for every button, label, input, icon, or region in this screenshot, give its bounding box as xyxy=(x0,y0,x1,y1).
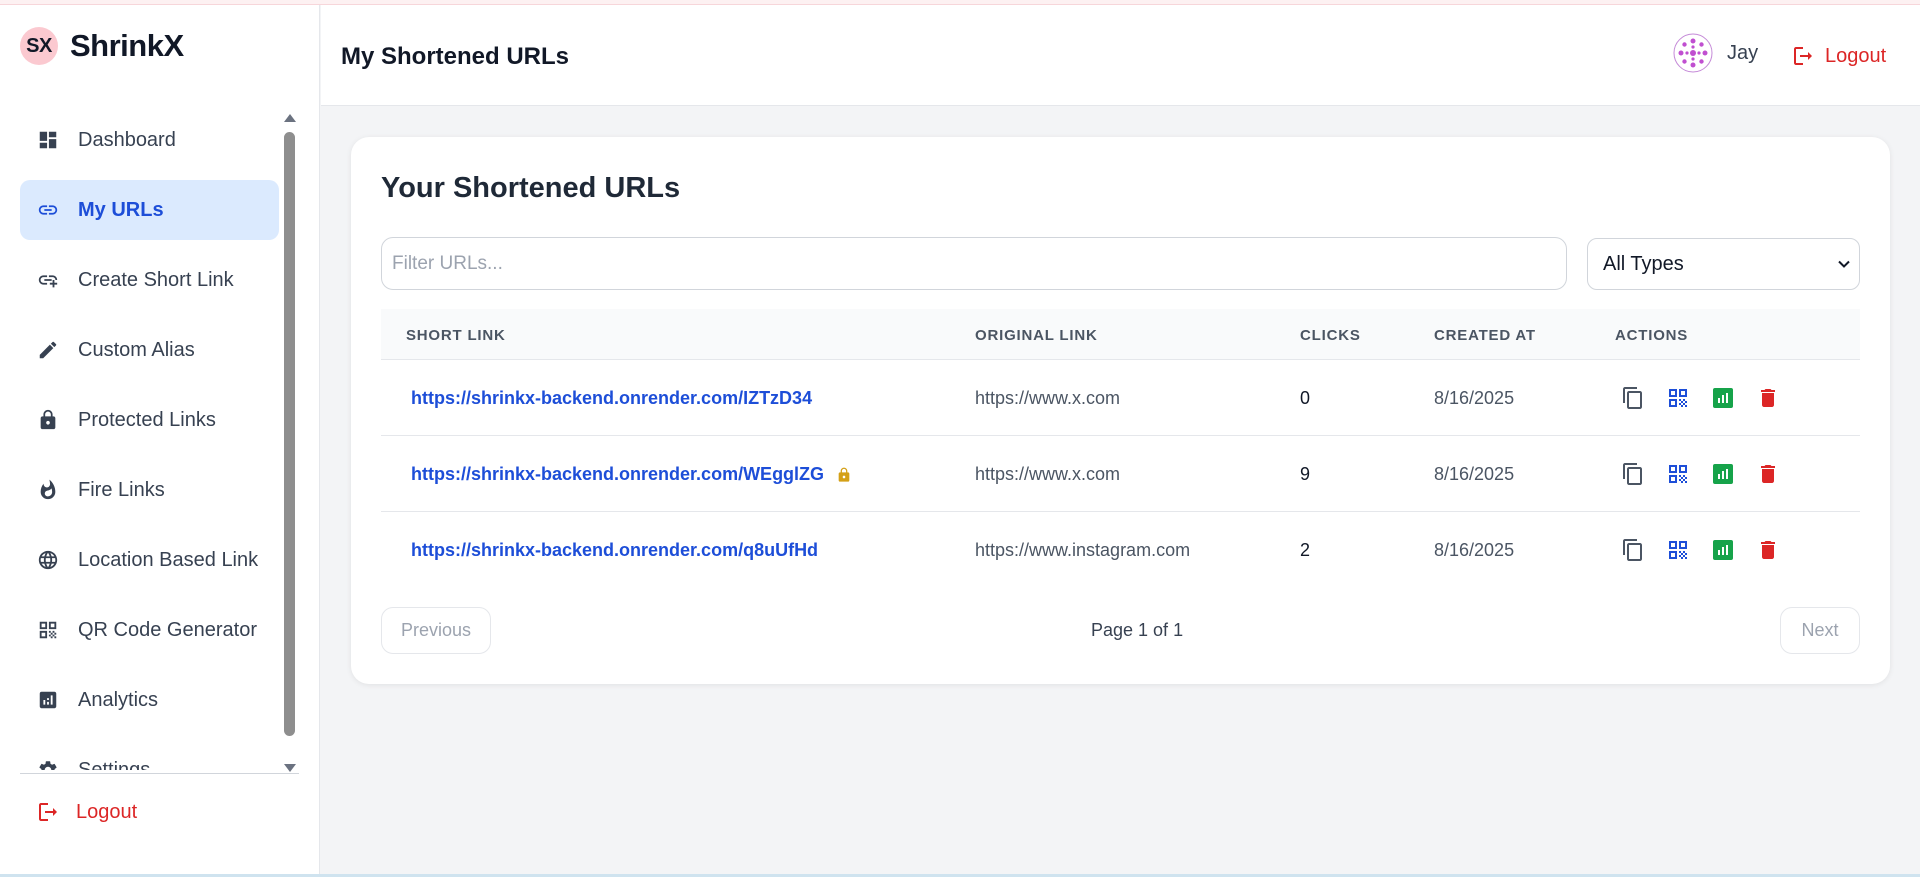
dashboard-icon xyxy=(36,128,60,152)
created-date: 8/16/2025 xyxy=(1434,464,1515,484)
short-link[interactable]: https://shrinkx-backend.onrender.com/q8u… xyxy=(411,540,818,561)
sidebar-item-analytics[interactable]: Analytics xyxy=(20,670,279,730)
lock-icon xyxy=(36,408,60,432)
column-header-clicks: CLICKS xyxy=(1300,327,1361,344)
next-button[interactable]: Next xyxy=(1780,607,1860,654)
sidebar-item-create-short-link[interactable]: Create Short Link xyxy=(20,250,279,310)
sidebar-nav: Dashboard My URLs Create Short Link Cust… xyxy=(20,110,280,770)
add-link-icon xyxy=(36,268,60,292)
sidebar-item-label: Dashboard xyxy=(78,128,176,151)
column-header-actions: ACTIONS xyxy=(1615,327,1689,344)
sidebar-item-protected-links[interactable]: Protected Links xyxy=(20,390,279,450)
sidebar-item-fire-links[interactable]: Fire Links xyxy=(20,460,279,520)
scroll-up-arrow-icon[interactable] xyxy=(284,114,296,122)
sidebar-item-label: My URLs xyxy=(78,198,164,221)
table-row: https://shrinkx-backend.onrender.com/IZT… xyxy=(381,360,1860,436)
globe-icon xyxy=(36,548,60,572)
short-link[interactable]: https://shrinkx-backend.onrender.com/IZT… xyxy=(411,388,812,409)
page-indicator: Page 1 of 1 xyxy=(1091,620,1184,640)
page-title: My Shortened URLs xyxy=(341,43,570,70)
analytics-icon xyxy=(36,688,60,712)
card-title: Your Shortened URLs xyxy=(381,172,681,204)
original-link: https://www.x.com xyxy=(975,464,1121,484)
sidebar: SX ShrinkX Dashboard My URLs Create Shor… xyxy=(0,5,320,877)
created-date: 8/16/2025 xyxy=(1434,540,1515,560)
analytics-icon[interactable] xyxy=(1711,462,1735,486)
scroll-thumb[interactable] xyxy=(284,132,295,736)
short-link[interactable]: https://shrinkx-backend.onrender.com/WEg… xyxy=(411,464,852,485)
copy-icon[interactable] xyxy=(1621,462,1645,486)
sidebar-item-label: Analytics xyxy=(78,688,159,711)
sidebar-item-custom-alias[interactable]: Custom Alias xyxy=(20,320,279,380)
urls-table: SHORT LINK ORIGINAL LINK CLICKS CREATED … xyxy=(381,309,1860,588)
trash-icon[interactable] xyxy=(1756,538,1780,562)
sidebar-item-label: Fire Links xyxy=(78,478,165,501)
analytics-icon[interactable] xyxy=(1711,538,1735,562)
sidebar-item-location-based-link[interactable]: Location Based Link xyxy=(20,530,279,590)
row-actions xyxy=(1621,386,1801,410)
header-logout-button[interactable]: Logout xyxy=(1791,44,1886,68)
analytics-icon[interactable] xyxy=(1711,386,1735,410)
brand-name: ShrinkX xyxy=(70,28,184,63)
sidebar-item-label: Create Short Link xyxy=(78,268,234,291)
urls-card: Your Shortened URLs All Types SHORT LINK… xyxy=(351,137,1890,684)
logout-icon xyxy=(39,803,57,821)
sidebar-item-label: Location Based Link xyxy=(78,548,259,571)
qr-code-icon xyxy=(36,618,60,642)
sidebar-logout-button[interactable]: Logout xyxy=(36,800,137,824)
column-header-short-link: SHORT LINK xyxy=(406,327,506,344)
created-date: 8/16/2025 xyxy=(1434,388,1515,408)
gear-icon xyxy=(36,758,60,770)
chevron-down-icon xyxy=(1838,260,1850,268)
qr-code-icon[interactable] xyxy=(1666,386,1690,410)
previous-button[interactable]: Previous xyxy=(381,607,491,654)
row-actions xyxy=(1621,538,1801,562)
sidebar-item-qr-code-generator[interactable]: QR Code Generator xyxy=(20,600,279,660)
clicks-count: 0 xyxy=(1300,388,1311,408)
copy-icon[interactable] xyxy=(1621,386,1645,410)
user-menu[interactable]: Jay xyxy=(1673,33,1758,73)
clicks-count: 2 xyxy=(1300,540,1311,560)
top-header: My Shortened URLs Jay Logout xyxy=(321,5,1920,106)
sidebar-scrollbar[interactable] xyxy=(282,112,296,772)
header-logout-label: Logout xyxy=(1825,44,1887,67)
sidebar-logout-label: Logout xyxy=(76,800,138,823)
avatar[interactable] xyxy=(1673,33,1713,73)
sidebar-item-label: Custom Alias xyxy=(78,338,195,361)
sidebar-item-dashboard[interactable]: Dashboard xyxy=(20,110,279,170)
sidebar-divider xyxy=(20,773,299,774)
brand-logo: SX xyxy=(20,27,58,65)
original-link: https://www.instagram.com xyxy=(975,540,1191,560)
copy-icon[interactable] xyxy=(1621,538,1645,562)
username: Jay xyxy=(1727,41,1759,64)
row-actions xyxy=(1621,462,1801,486)
sidebar-item-my-urls[interactable]: My URLs xyxy=(20,180,279,240)
pencil-icon xyxy=(36,338,60,362)
trash-icon[interactable] xyxy=(1756,386,1780,410)
fire-icon xyxy=(36,478,60,502)
brand[interactable]: SX ShrinkX xyxy=(20,26,184,66)
column-header-original-link: ORIGINAL LINK xyxy=(975,327,1098,344)
qr-code-icon[interactable] xyxy=(1666,462,1690,486)
link-icon xyxy=(36,198,60,222)
original-link: https://www.x.com xyxy=(975,388,1121,408)
table-row: https://shrinkx-backend.onrender.com/q8u… xyxy=(381,512,1860,588)
type-filter-value: All Types xyxy=(1603,252,1684,275)
table-header: SHORT LINK ORIGINAL LINK CLICKS CREATED … xyxy=(381,309,1860,360)
trash-icon[interactable] xyxy=(1756,462,1780,486)
sidebar-item-label: Protected Links xyxy=(78,408,216,431)
sidebar-item-label: Settings xyxy=(78,758,151,771)
scroll-down-arrow-icon[interactable] xyxy=(284,764,296,772)
lock-icon xyxy=(838,467,850,482)
logout-icon xyxy=(1794,47,1812,65)
clicks-count: 9 xyxy=(1300,464,1311,484)
qr-code-icon[interactable] xyxy=(1666,538,1690,562)
table-row: https://shrinkx-backend.onrender.com/WEg… xyxy=(381,436,1860,512)
column-header-created-at: CREATED AT xyxy=(1434,327,1536,344)
pagination: Previous Page 1 of 1 Next xyxy=(381,607,1860,655)
filter-input[interactable] xyxy=(381,237,1567,290)
type-filter-select[interactable]: All Types xyxy=(1587,238,1860,290)
sidebar-item-settings[interactable]: Settings xyxy=(20,740,279,770)
sidebar-item-label: QR Code Generator xyxy=(78,618,257,641)
